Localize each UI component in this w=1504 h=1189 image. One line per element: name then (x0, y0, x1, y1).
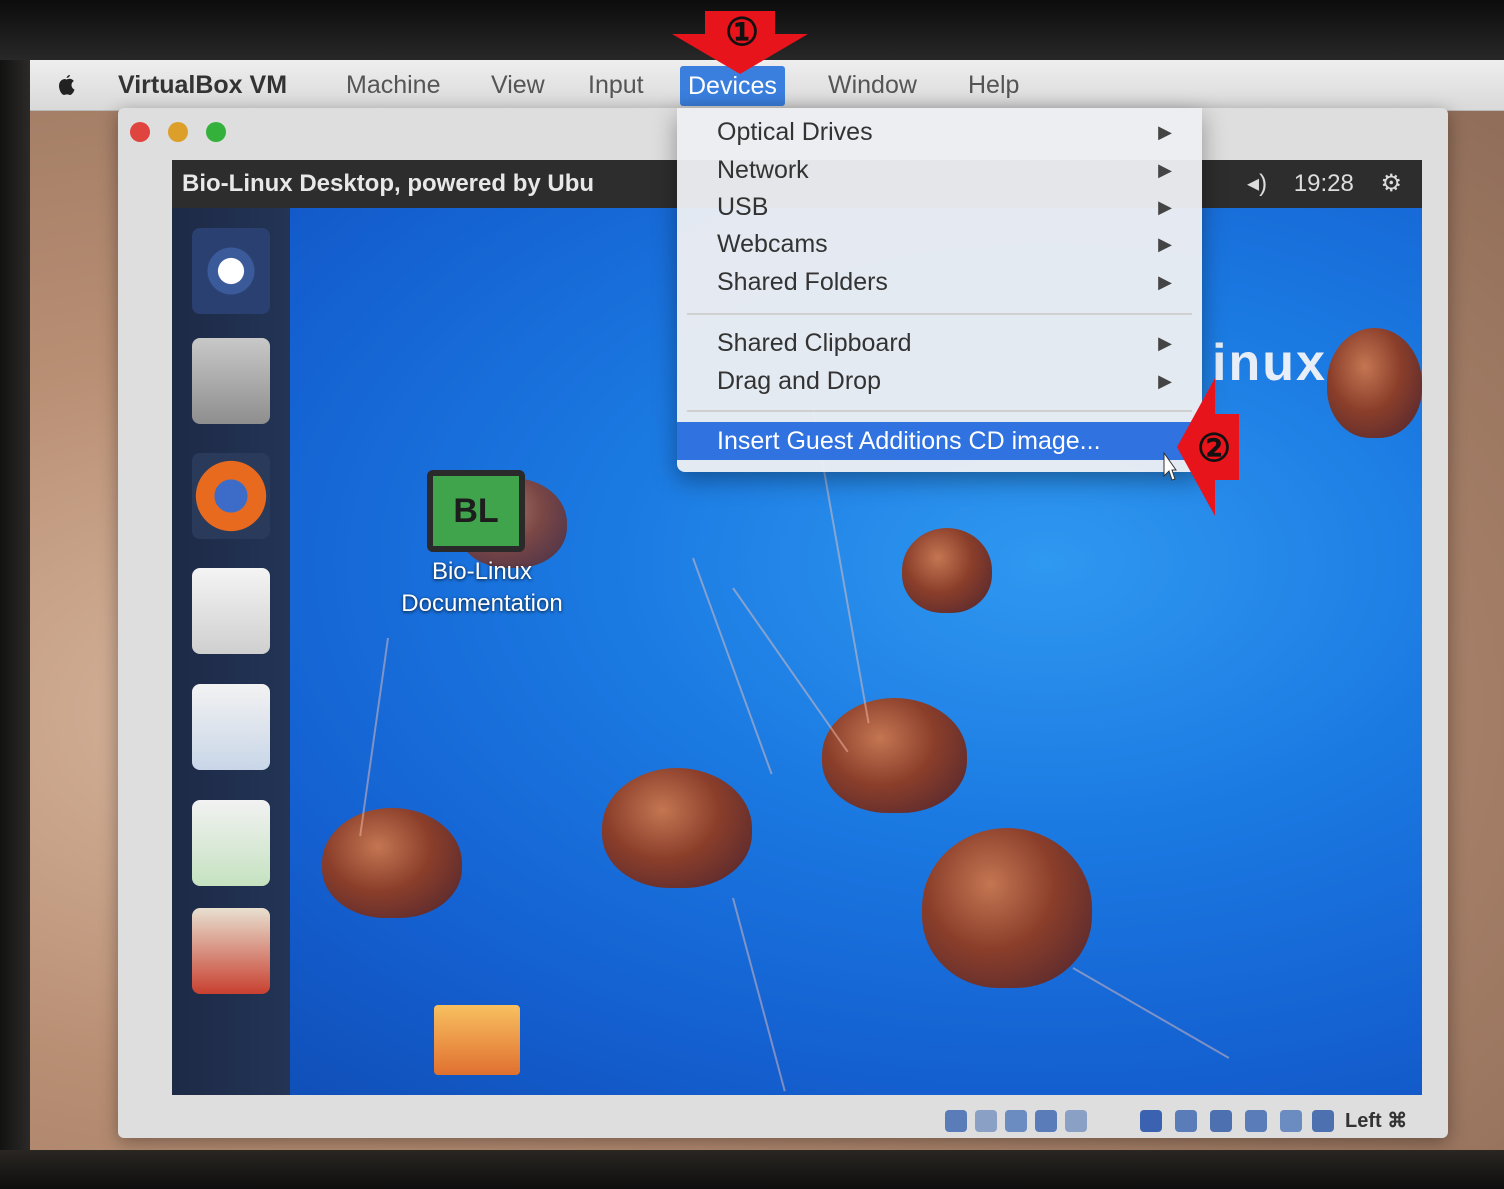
submenu-arrow-icon: ▶ (1158, 272, 1172, 292)
menu-machine[interactable]: Machine (338, 60, 449, 110)
mail-icon[interactable] (192, 568, 270, 654)
bio-linux-docs-icon[interactable]: BL (427, 470, 525, 552)
guest-window-title: Bio-Linux Desktop, powered by Ubu (182, 170, 595, 197)
calc-icon[interactable] (192, 800, 270, 886)
menu-item-drag-and-drop[interactable]: Drag and Drop ▶ (677, 362, 1202, 400)
network-icon[interactable] (1035, 1110, 1057, 1132)
shared-folders-icon[interactable] (1140, 1110, 1162, 1132)
menu-window[interactable]: Window (820, 60, 925, 110)
host-key-indicator: Left ⌘ (1345, 1110, 1408, 1132)
menu-item-webcams[interactable]: Webcams ▶ (677, 225, 1202, 263)
submenu-arrow-icon: ▶ (1158, 234, 1172, 254)
menu-app-name[interactable]: VirtualBox VM (110, 60, 295, 110)
menu-item-shared-folders[interactable]: Shared Folders ▶ (677, 263, 1202, 301)
monitor-bezel-left (0, 60, 30, 1189)
writer-icon[interactable] (192, 684, 270, 770)
menu-item-shared-clipboard[interactable]: Shared Clipboard ▶ (677, 324, 1202, 362)
apple-logo-icon[interactable] (50, 70, 80, 100)
firefox-icon[interactable] (192, 453, 270, 539)
annotation-step-1: ① (724, 12, 760, 54)
folder-shortcut-icon[interactable] (434, 1005, 520, 1075)
submenu-arrow-icon: ▶ (1158, 122, 1172, 142)
submenu-arrow-icon: ▶ (1158, 333, 1172, 353)
menu-separator (687, 313, 1192, 315)
menu-item-insert-guest-additions[interactable]: Insert Guest Additions CD image... (677, 422, 1202, 460)
menu-item-network[interactable]: Network ▶ (677, 151, 1202, 189)
optical-drive-icon[interactable] (975, 1110, 997, 1132)
monitor-bezel-bottom (0, 1150, 1504, 1189)
mouse-integration-icon[interactable] (1245, 1110, 1267, 1132)
menu-separator (687, 410, 1192, 412)
settings-gear-icon[interactable]: ⚙ (1380, 170, 1402, 197)
ubuntu-launcher (172, 208, 290, 1095)
dash-home-icon[interactable] (192, 228, 270, 314)
menu-input[interactable]: Input (580, 60, 652, 110)
zoom-window-button[interactable] (206, 122, 226, 142)
display-icon[interactable] (1175, 1110, 1197, 1132)
clock[interactable]: 19:28 (1294, 170, 1354, 197)
devices-menu: Optical Drives ▶ Network ▶ USB ▶ Webcams ▶ S… (677, 108, 1202, 472)
usb-icon[interactable] (1065, 1110, 1087, 1132)
submenu-arrow-icon: ▶ (1158, 197, 1172, 217)
cpu-icon[interactable] (1312, 1110, 1334, 1132)
virtualbox-status-bar (130, 1098, 1430, 1138)
bio-linux-docs-label[interactable]: Bio-Linux Documentation (362, 556, 602, 620)
submenu-arrow-icon: ▶ (1158, 371, 1172, 391)
submenu-arrow-icon: ▶ (1158, 160, 1172, 180)
menu-help[interactable]: Help (960, 60, 1027, 110)
keyboard-icon[interactable] (1280, 1110, 1302, 1132)
menu-item-usb[interactable]: USB ▶ (677, 188, 1202, 226)
software-center-icon[interactable] (192, 908, 270, 994)
menu-view[interactable]: View (483, 60, 553, 110)
video-capture-icon[interactable] (1210, 1110, 1232, 1132)
minimize-window-button[interactable] (168, 122, 188, 142)
close-window-button[interactable] (130, 122, 150, 142)
hard-disk-icon[interactable] (945, 1110, 967, 1132)
volume-icon[interactable]: ◂) (1247, 170, 1267, 197)
files-icon[interactable] (192, 338, 270, 424)
menu-item-optical-drives[interactable]: Optical Drives ▶ (677, 113, 1202, 151)
annotation-step-2: ② (1196, 428, 1232, 470)
audio-icon[interactable] (1005, 1110, 1027, 1132)
system-tray: ◂) 19:28 ⚙ (1247, 160, 1402, 208)
